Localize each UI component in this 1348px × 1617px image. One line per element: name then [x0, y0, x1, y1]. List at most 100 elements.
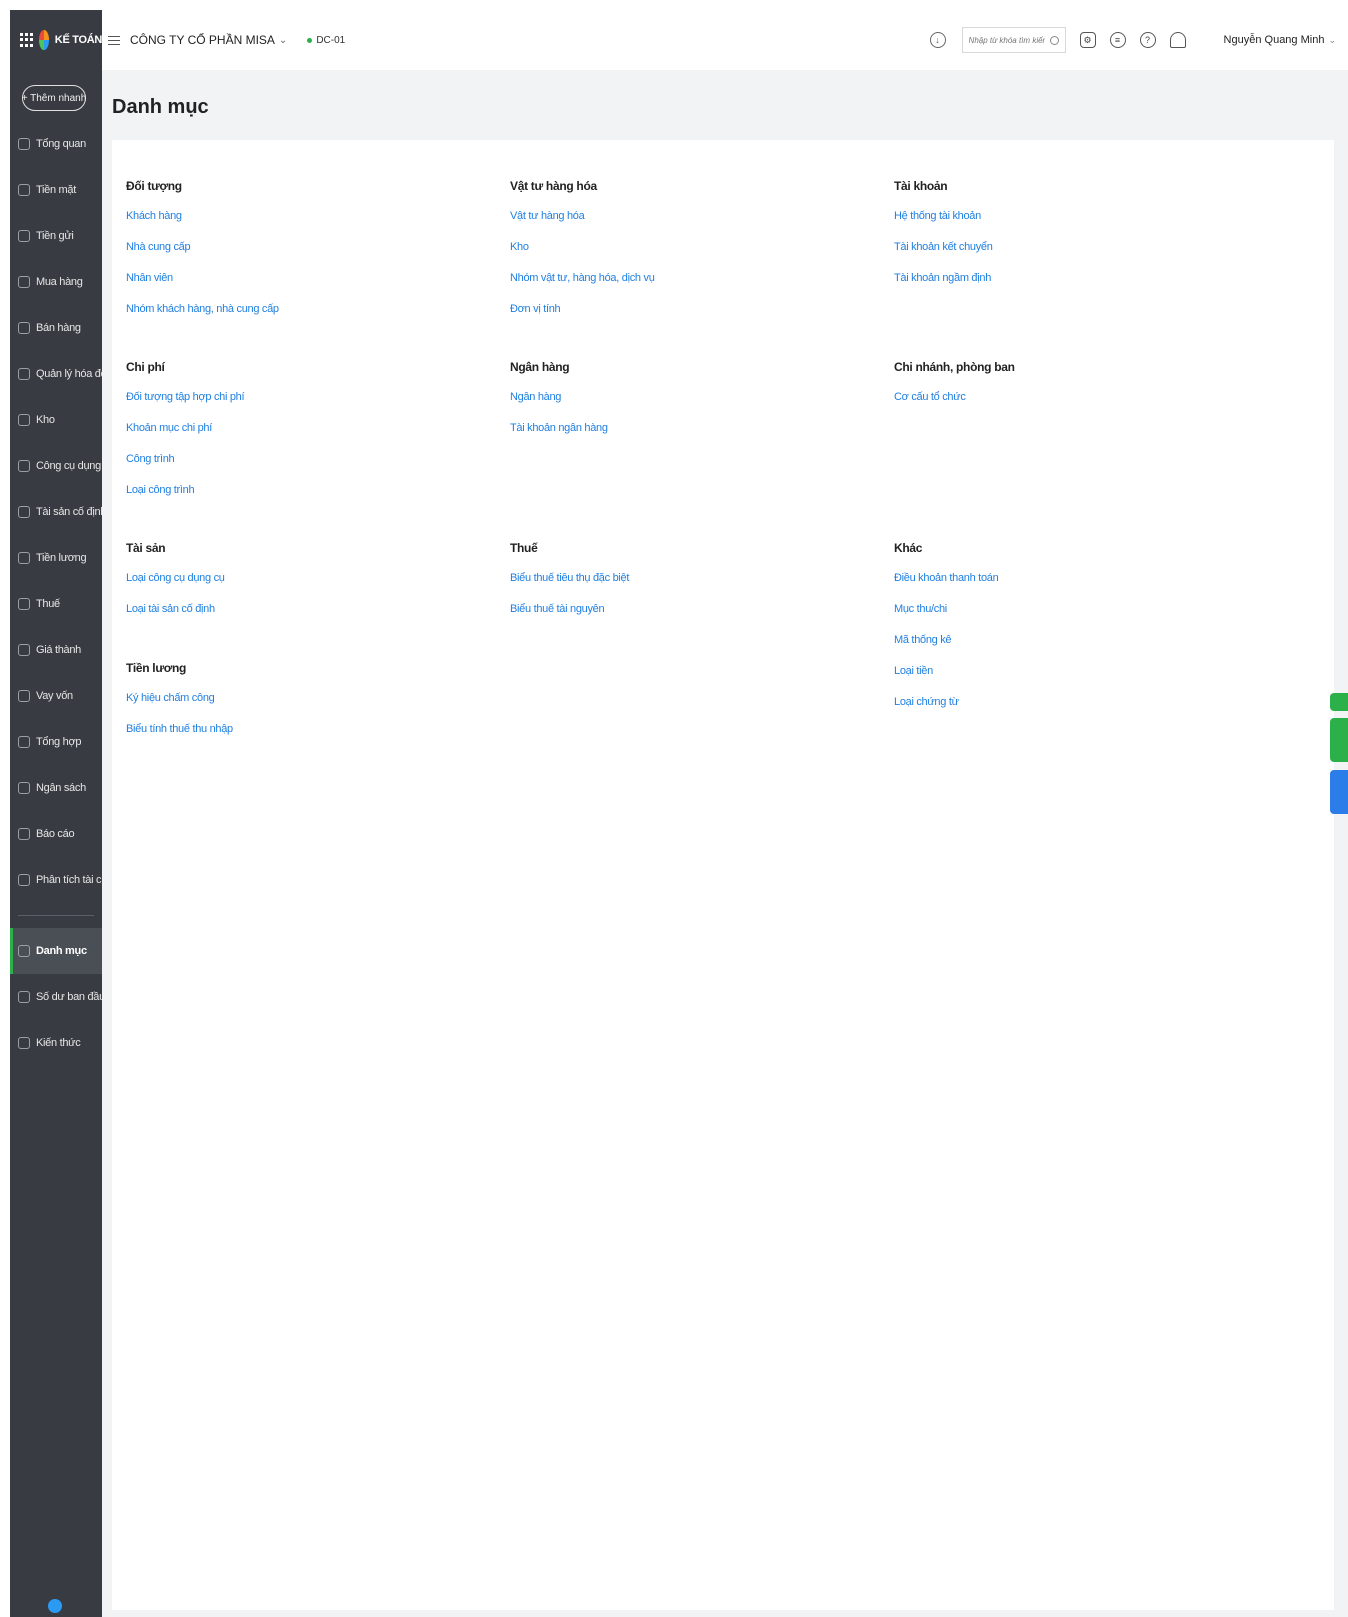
catalog-group-title: Vật tư hàng hóa	[510, 179, 597, 193]
sidebar-item[interactable]: Phân tích tài chính	[10, 857, 122, 903]
sidebar-item[interactable]: Quản lý hóa đơn	[10, 351, 114, 397]
catalog-link[interactable]: Đối tượng tập hợp chi phí	[126, 387, 466, 418]
chevron-down-icon[interactable]: ⌄	[279, 35, 287, 46]
catalog-link[interactable]: Mã thống kê	[894, 630, 1234, 661]
support-icon[interactable]	[48, 1599, 62, 1613]
sidebar-item-label: Danh mục	[36, 945, 87, 957]
catalog-group: Vật tư hàng hóa Vật tư hàng hóa Kho Nhóm vậ…	[510, 176, 850, 330]
tax-icon	[18, 598, 30, 610]
catalog-link[interactable]: Loại tài sản cố định	[126, 599, 466, 630]
company-selector[interactable]: CÔNG TY CỔ PHẦN MISA	[130, 33, 275, 47]
sidebar-item[interactable]: Báo cáo	[10, 811, 102, 857]
catalog-group-title: Chi nhánh, phòng ban	[894, 360, 1015, 374]
sidebar-item[interactable]: Giá thành	[10, 627, 102, 673]
sidebar-item[interactable]: Tổng hợp	[10, 719, 102, 765]
search-icon[interactable]	[1049, 35, 1059, 45]
catalog-link[interactable]: Loại công trình	[126, 480, 466, 511]
header-actions: ↓ ⚙ ≡ ? Nguyễn Quang Minh ⌄	[929, 10, 1348, 70]
download-icon[interactable]: ↓	[929, 32, 946, 48]
sidebar-item-label: Số dư ban đầu	[36, 991, 105, 1003]
catalog-link[interactable]: Biểu thuế tài nguyên	[510, 599, 850, 630]
catalog-link[interactable]: Nhà cung cấp	[126, 237, 466, 268]
branch-label[interactable]: DC-01	[316, 35, 345, 46]
sidebar-item-label: Tiền gửi	[36, 230, 74, 242]
catalog-link[interactable]: Vật tư hàng hóa	[510, 206, 850, 237]
catalog-link[interactable]: Nhóm khách hàng, nhà cung cấp	[126, 299, 466, 330]
catalog-link[interactable]: Tài khoản kết chuyển	[894, 237, 1234, 268]
catalog-link[interactable]: Hệ thống tài khoản	[894, 206, 1234, 237]
cart-icon	[18, 322, 30, 334]
sidebar-item-label: Ngân sách	[36, 782, 86, 794]
user-menu-chevron-icon[interactable]: ⌄	[1328, 35, 1336, 46]
catalog-link[interactable]: Mục thu/chi	[894, 599, 1234, 630]
sidebar-item[interactable]: Tiền mặt	[10, 167, 102, 213]
catalog-link[interactable]: Khoản mục chi phí	[126, 418, 466, 449]
catalog-link[interactable]: Loại công cụ dụng cụ	[126, 568, 466, 599]
sidebar-item-label: Thuế	[36, 598, 60, 610]
catalog-link[interactable]: Ngân hàng	[510, 387, 850, 418]
sidebar-item-label: Tiền lương	[36, 552, 87, 564]
help-icon[interactable]: ?	[1139, 32, 1156, 48]
catalog-group-title: Tiền lương	[126, 661, 187, 675]
sidebar: KẾ TOÁN + Thêm nhanh Tổng quan Tiền mặt Ti…	[10, 10, 122, 1617]
search-input[interactable]	[968, 35, 1045, 45]
sidebar-item[interactable]: Ngân sách	[10, 765, 102, 811]
sidebar-item[interactable]: Công cụ dụng cụ	[10, 443, 115, 489]
catalog-link[interactable]: Biểu thuế tiêu thụ đặc biệt	[510, 568, 850, 599]
settings-gear-icon[interactable]: ⚙	[1079, 32, 1096, 48]
catalog-link[interactable]: Điều khoản thanh toán	[894, 568, 1234, 599]
notification-bell-icon[interactable]	[1169, 32, 1186, 48]
sidebar-item[interactable]: Vay vốn	[10, 673, 102, 719]
catalog-link[interactable]: Loại chứng từ	[894, 692, 1234, 723]
sidebar-item-label: Bán hàng	[36, 322, 81, 334]
catalog-group: Chi phí Đối tượng tập hợp chi phí Khoản mụ…	[126, 357, 466, 511]
brand-name: KẾ TOÁN	[54, 34, 103, 46]
salary-icon	[18, 552, 30, 564]
sidebar-item[interactable]: Tài sản cố định	[10, 489, 106, 535]
sidebar-item[interactable]: Số dư ban đầu	[10, 974, 105, 1020]
catalog-link[interactable]: Công trình	[126, 449, 466, 480]
catalog-link[interactable]: Đơn vị tính	[510, 299, 850, 330]
catalog-link[interactable]: Nhóm vật tư, hàng hóa, dịch vụ	[510, 268, 850, 299]
catalog-link[interactable]: Ký hiệu chấm công	[126, 688, 466, 719]
catalog-link[interactable]: Loại tiền	[894, 661, 1234, 692]
catalog-group-title: Đối tượng	[126, 179, 182, 193]
top-header: CÔNG TY CỔ PHẦN MISA ⌄ DC-01 ↓ ⚙ ≡ ? Ngu…	[102, 10, 1348, 70]
sidebar-item[interactable]: Thuế	[10, 581, 102, 627]
expand-widget-button[interactable]	[1330, 693, 1348, 711]
catalog-link[interactable]: Biểu tính thuế thu nhập	[126, 719, 466, 750]
analysis-icon	[18, 874, 30, 886]
catalog-link[interactable]: Tài khoản ngân hàng	[510, 418, 850, 449]
sidebar-item[interactable]: Mua hàng	[10, 259, 102, 305]
tools-icon	[18, 460, 30, 472]
app-grid-icon[interactable]	[20, 33, 33, 47]
catalog-link[interactable]: Tài khoản ngầm định	[894, 268, 1234, 299]
misa-logo-icon	[39, 30, 49, 50]
hamburger-menu-icon[interactable]	[108, 35, 120, 45]
catalog-link[interactable]: Nhân viên	[126, 268, 466, 299]
catalog-link[interactable]: Khách hàng	[126, 206, 466, 237]
purchase-icon	[18, 276, 30, 288]
sidebar-item[interactable]: Tiền gửi	[10, 213, 102, 259]
announcement-widget-button[interactable]	[1330, 718, 1348, 762]
catalog-group: Tài khoản Hệ thống tài khoản Tài khoản kết…	[894, 176, 1234, 299]
user-name[interactable]: Nguyễn Quang Minh	[1224, 34, 1325, 46]
sidebar-item-label: Tổng hợp	[36, 736, 82, 748]
list-icon	[18, 945, 30, 957]
sidebar-item-label: Tiền mặt	[36, 184, 76, 196]
quick-add-button[interactable]: + Thêm nhanh	[22, 85, 86, 111]
search-box[interactable]	[961, 27, 1066, 53]
catalog-group-title: Ngân hàng	[510, 360, 570, 374]
sidebar-item[interactable]: Danh mục	[10, 928, 102, 974]
sidebar-item[interactable]: Kho	[10, 397, 102, 443]
sidebar-item[interactable]: Tiền lương	[10, 535, 102, 581]
sidebar-item[interactable]: Tổng quan	[10, 121, 102, 167]
chat-icon[interactable]: ≡	[1109, 32, 1126, 48]
chat-support-widget-button[interactable]	[1330, 770, 1348, 814]
catalog-group-title: Chi phí	[126, 360, 165, 374]
sidebar-item-label: Mua hàng	[36, 276, 83, 288]
catalog-link[interactable]: Kho	[510, 237, 850, 268]
catalog-link[interactable]: Cơ cấu tổ chức	[894, 387, 1234, 418]
sidebar-item[interactable]: Kiến thức	[10, 1020, 102, 1066]
sidebar-item[interactable]: Bán hàng	[10, 305, 102, 351]
